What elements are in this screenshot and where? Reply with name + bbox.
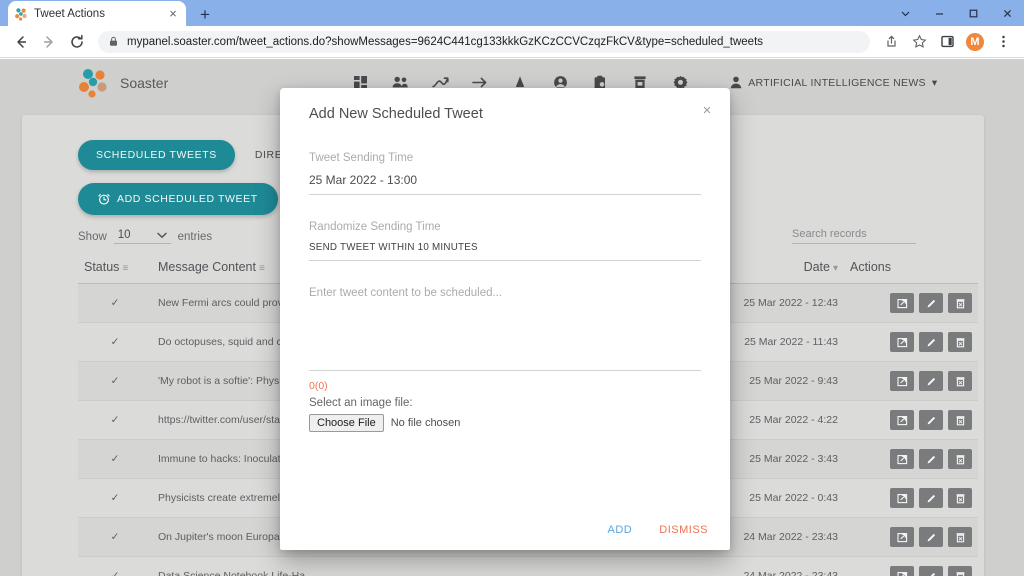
avatar: M: [966, 32, 984, 51]
maximize-icon[interactable]: [956, 0, 990, 26]
browser-window: Tweet Actions × + mypanel.soaster.com/tw…: [0, 0, 1024, 576]
kebab-menu-icon[interactable]: [990, 29, 1016, 55]
browser-toolbar: mypanel.soaster.com/tweet_actions.do?sho…: [0, 26, 1024, 58]
randomize-sending-time-field: Randomize Sending Time SEND TWEET WITHIN…: [309, 221, 701, 261]
browser-tab[interactable]: Tweet Actions ×: [8, 1, 186, 26]
close-icon[interactable]: ×: [698, 102, 716, 120]
tab-strip: Tweet Actions × +: [0, 0, 1024, 26]
choose-file-button[interactable]: Choose File: [309, 414, 384, 432]
add-button[interactable]: ADD: [608, 524, 633, 536]
share-icon[interactable]: [878, 29, 904, 55]
tweet-content-textarea[interactable]: Enter tweet content to be scheduled...: [309, 285, 701, 371]
tab-title: Tweet Actions: [34, 7, 105, 20]
address-bar[interactable]: mypanel.soaster.com/tweet_actions.do?sho…: [98, 30, 870, 53]
back-arrow-icon[interactable]: [8, 29, 34, 55]
tweet-sending-time-field: Tweet Sending Time 25 Mar 2022 - 13:00: [309, 152, 701, 195]
character-counter: 0(0): [309, 380, 328, 392]
lock-icon: [108, 36, 119, 47]
soaster-favicon-icon: [14, 7, 28, 21]
tab-search-chevron-down-icon[interactable]: [888, 0, 922, 26]
image-file-label: Select an image file:: [309, 397, 413, 409]
dialog-title: Add New Scheduled Tweet: [309, 106, 483, 122]
window-controls: [888, 0, 1024, 26]
file-input-row: Choose File No file chosen: [309, 414, 701, 432]
no-file-chosen-text: No file chosen: [390, 417, 461, 429]
reload-icon[interactable]: [64, 29, 90, 55]
add-scheduled-tweet-dialog: Add New Scheduled Tweet × Tweet Sending …: [280, 88, 730, 550]
dialog-actions: ADD DISMISS: [608, 524, 708, 536]
window-close-icon[interactable]: [990, 0, 1024, 26]
forward-arrow-icon[interactable]: [36, 29, 62, 55]
side-panel-icon[interactable]: [934, 29, 960, 55]
tweet-sending-time-input[interactable]: 25 Mar 2022 - 13:00: [309, 164, 701, 195]
randomize-sending-time-select[interactable]: SEND TWEET WITHIN 10 MINUTES: [309, 233, 701, 261]
randomize-sending-time-label: Randomize Sending Time: [309, 221, 441, 233]
minimize-icon[interactable]: [922, 0, 956, 26]
url-text: mypanel.soaster.com/tweet_actions.do?sho…: [127, 35, 764, 48]
dismiss-button[interactable]: DISMISS: [659, 524, 708, 536]
new-tab-button[interactable]: +: [192, 4, 218, 26]
close-icon[interactable]: ×: [166, 7, 180, 21]
tweet-sending-time-label: Tweet Sending Time: [309, 152, 414, 164]
star-icon[interactable]: [906, 29, 932, 55]
page-viewport: Soaster ARTIFICIAL INTELLIGENCE NEWS ▾ S…: [0, 59, 1024, 576]
profile-avatar[interactable]: M: [962, 29, 988, 55]
